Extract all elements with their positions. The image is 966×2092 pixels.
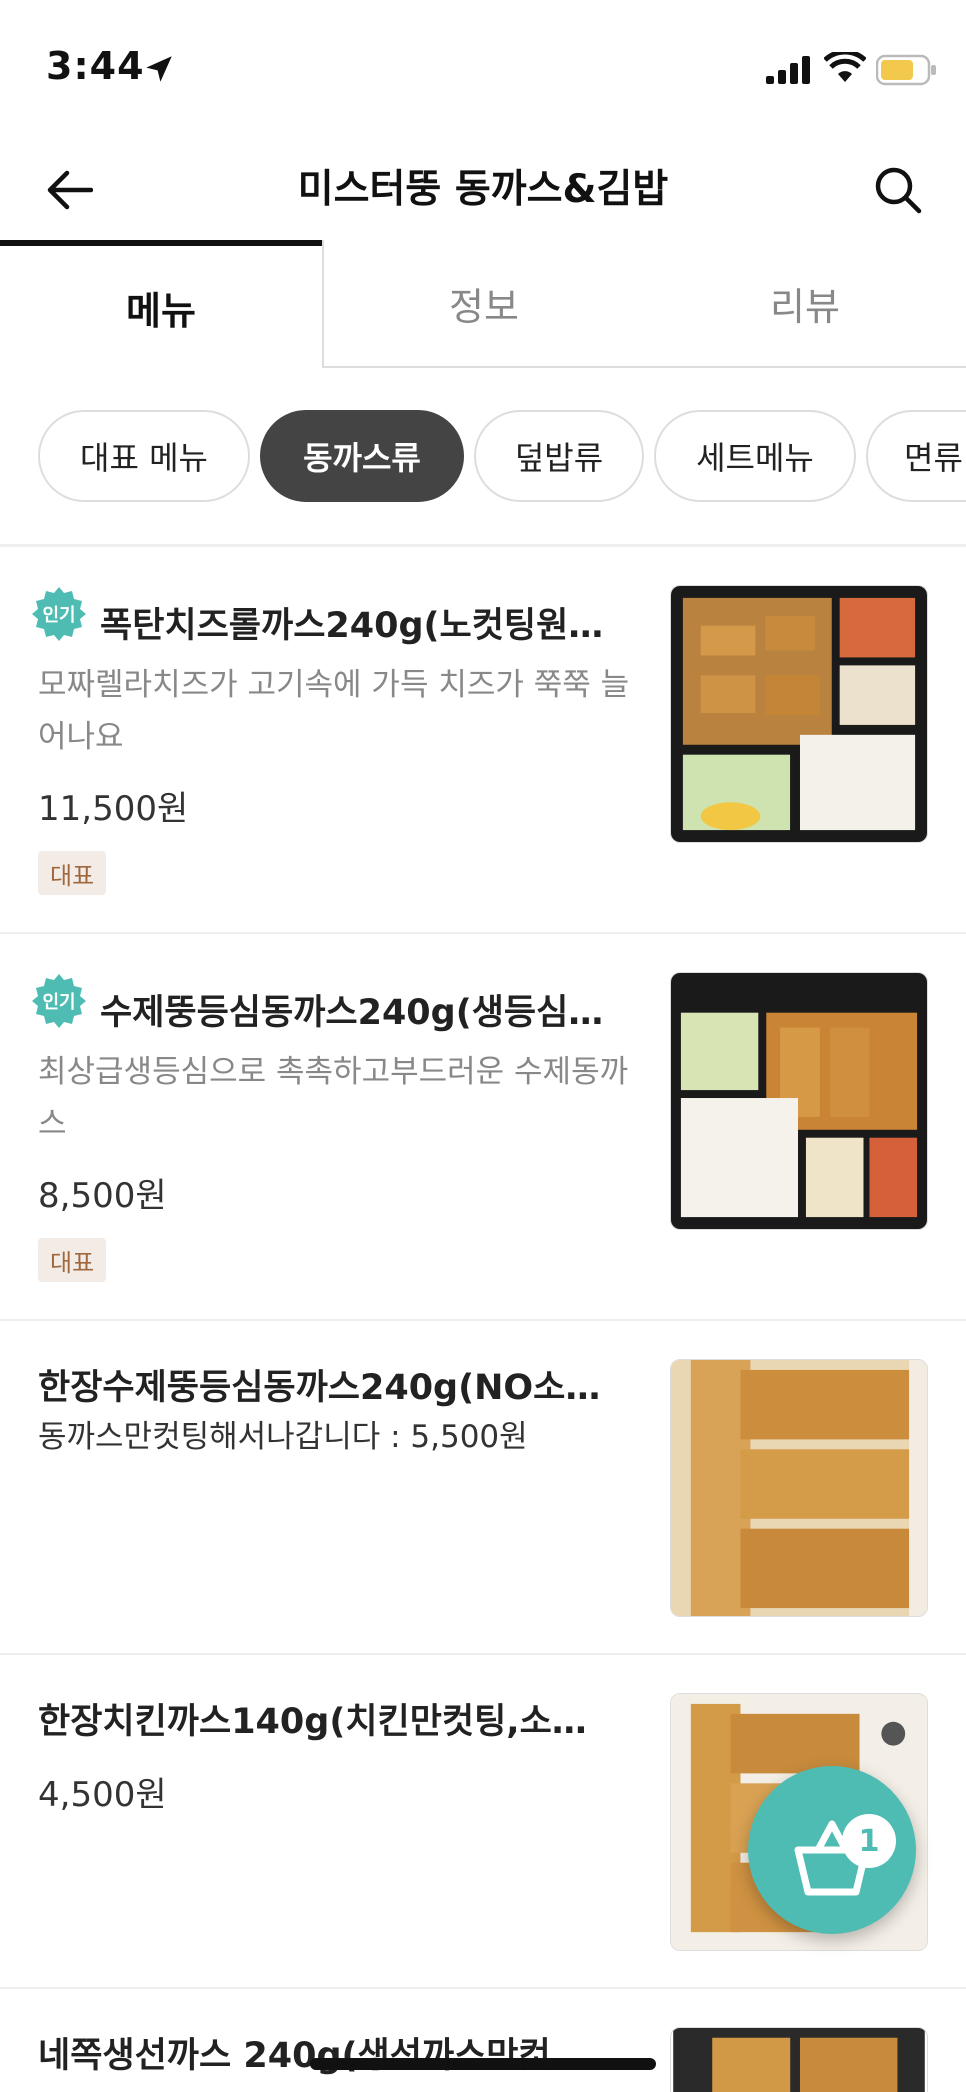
- item-description: 모짜렐라치즈가 고기속에 가득 치즈가 쭉쭉 늘어나요: [38, 667, 630, 755]
- representative-badge: 대표: [38, 851, 107, 895]
- search-icon: [875, 167, 922, 214]
- menu-item[interactable]: 한장수제뚱등심동까스240g(NO소… 동까스만컷팅해서나갑니다 : 5,500…: [0, 1321, 966, 1655]
- item-name: 한장수제뚱등심동까스240g(NO소…: [38, 1368, 601, 1408]
- store-tabs: 메뉴 정보 리뷰: [0, 240, 966, 370]
- representative-badge: 대표: [38, 1238, 107, 1282]
- back-arrow-icon: [47, 170, 93, 210]
- back-button[interactable]: [38, 158, 102, 222]
- chip-donkatsu[interactable]: 동까스류: [260, 410, 464, 502]
- food-photo: [670, 2027, 928, 2092]
- cart-count-badge: 1: [842, 1814, 896, 1868]
- app-header: 미스터뚱 동까스&김밥: [0, 130, 966, 240]
- food-photo: [670, 1359, 928, 1617]
- item-price: 4,500원: [38, 1775, 167, 1815]
- tab-menu[interactable]: 메뉴: [0, 240, 322, 368]
- search-button[interactable]: [866, 158, 930, 222]
- cellular-signal-icon: [766, 56, 810, 84]
- chip-noodles[interactable]: 면류: [866, 410, 966, 502]
- status-bar: 3:44: [0, 0, 966, 130]
- wifi-icon: [824, 52, 866, 82]
- tab-review[interactable]: 리뷰: [644, 240, 966, 368]
- chip-rice-bowl[interactable]: 덮밥류: [474, 410, 644, 502]
- battery-icon: [876, 54, 936, 86]
- home-indicator: [310, 2058, 656, 2070]
- popular-badge-text: 인기: [42, 605, 75, 626]
- chip-representative-menu[interactable]: 대표 메뉴: [38, 410, 250, 502]
- menu-item[interactable]: 인기 수제뚱등심동까스240g(생등심… 최상급생등심으로 촉촉하고부드러운 수…: [0, 934, 966, 1321]
- popular-badge-text: 인기: [42, 992, 75, 1013]
- tab-info[interactable]: 정보: [322, 240, 644, 368]
- chip-set-menu[interactable]: 세트메뉴: [654, 410, 856, 502]
- item-name: 폭탄치즈롤까스240g(노컷팅원…: [100, 606, 604, 646]
- item-name: 수제뚱등심동까스240g(생등심…: [100, 993, 604, 1033]
- menu-item[interactable]: 인기 폭탄치즈롤까스240g(노컷팅원… 모짜렐라치즈가 고기속에 가득 치즈가…: [0, 547, 966, 934]
- item-description: 최상급생등심으로 촉촉하고부드러운 수제동까스: [38, 1054, 629, 1142]
- item-name: 한장치킨까스140g(치킨만컷팅,소…: [38, 1702, 587, 1742]
- store-title: 미스터뚱 동까스&김밥: [297, 167, 669, 212]
- item-description: 동까스만컷팅해서나갑니다 : 5,500원: [38, 1419, 528, 1455]
- item-price: 8,500원: [38, 1176, 167, 1216]
- item-name: 네쪽생선까스 240g(생선까스만컷…: [38, 2036, 586, 2076]
- menu-item[interactable]: 네쪽생선까스 240g(생선까스만컷…: [0, 1989, 966, 2092]
- popular-badge-icon: 인기: [32, 587, 86, 641]
- item-price: 11,500원: [38, 789, 189, 829]
- status-time: 3:44: [46, 44, 145, 88]
- popular-badge-icon: 인기: [32, 974, 86, 1028]
- food-photo: [670, 972, 928, 1230]
- food-photo: [670, 585, 928, 843]
- location-arrow-icon: [146, 56, 172, 82]
- category-chips: 대표 메뉴 동까스류 덮밥류 세트메뉴 면류: [0, 370, 966, 540]
